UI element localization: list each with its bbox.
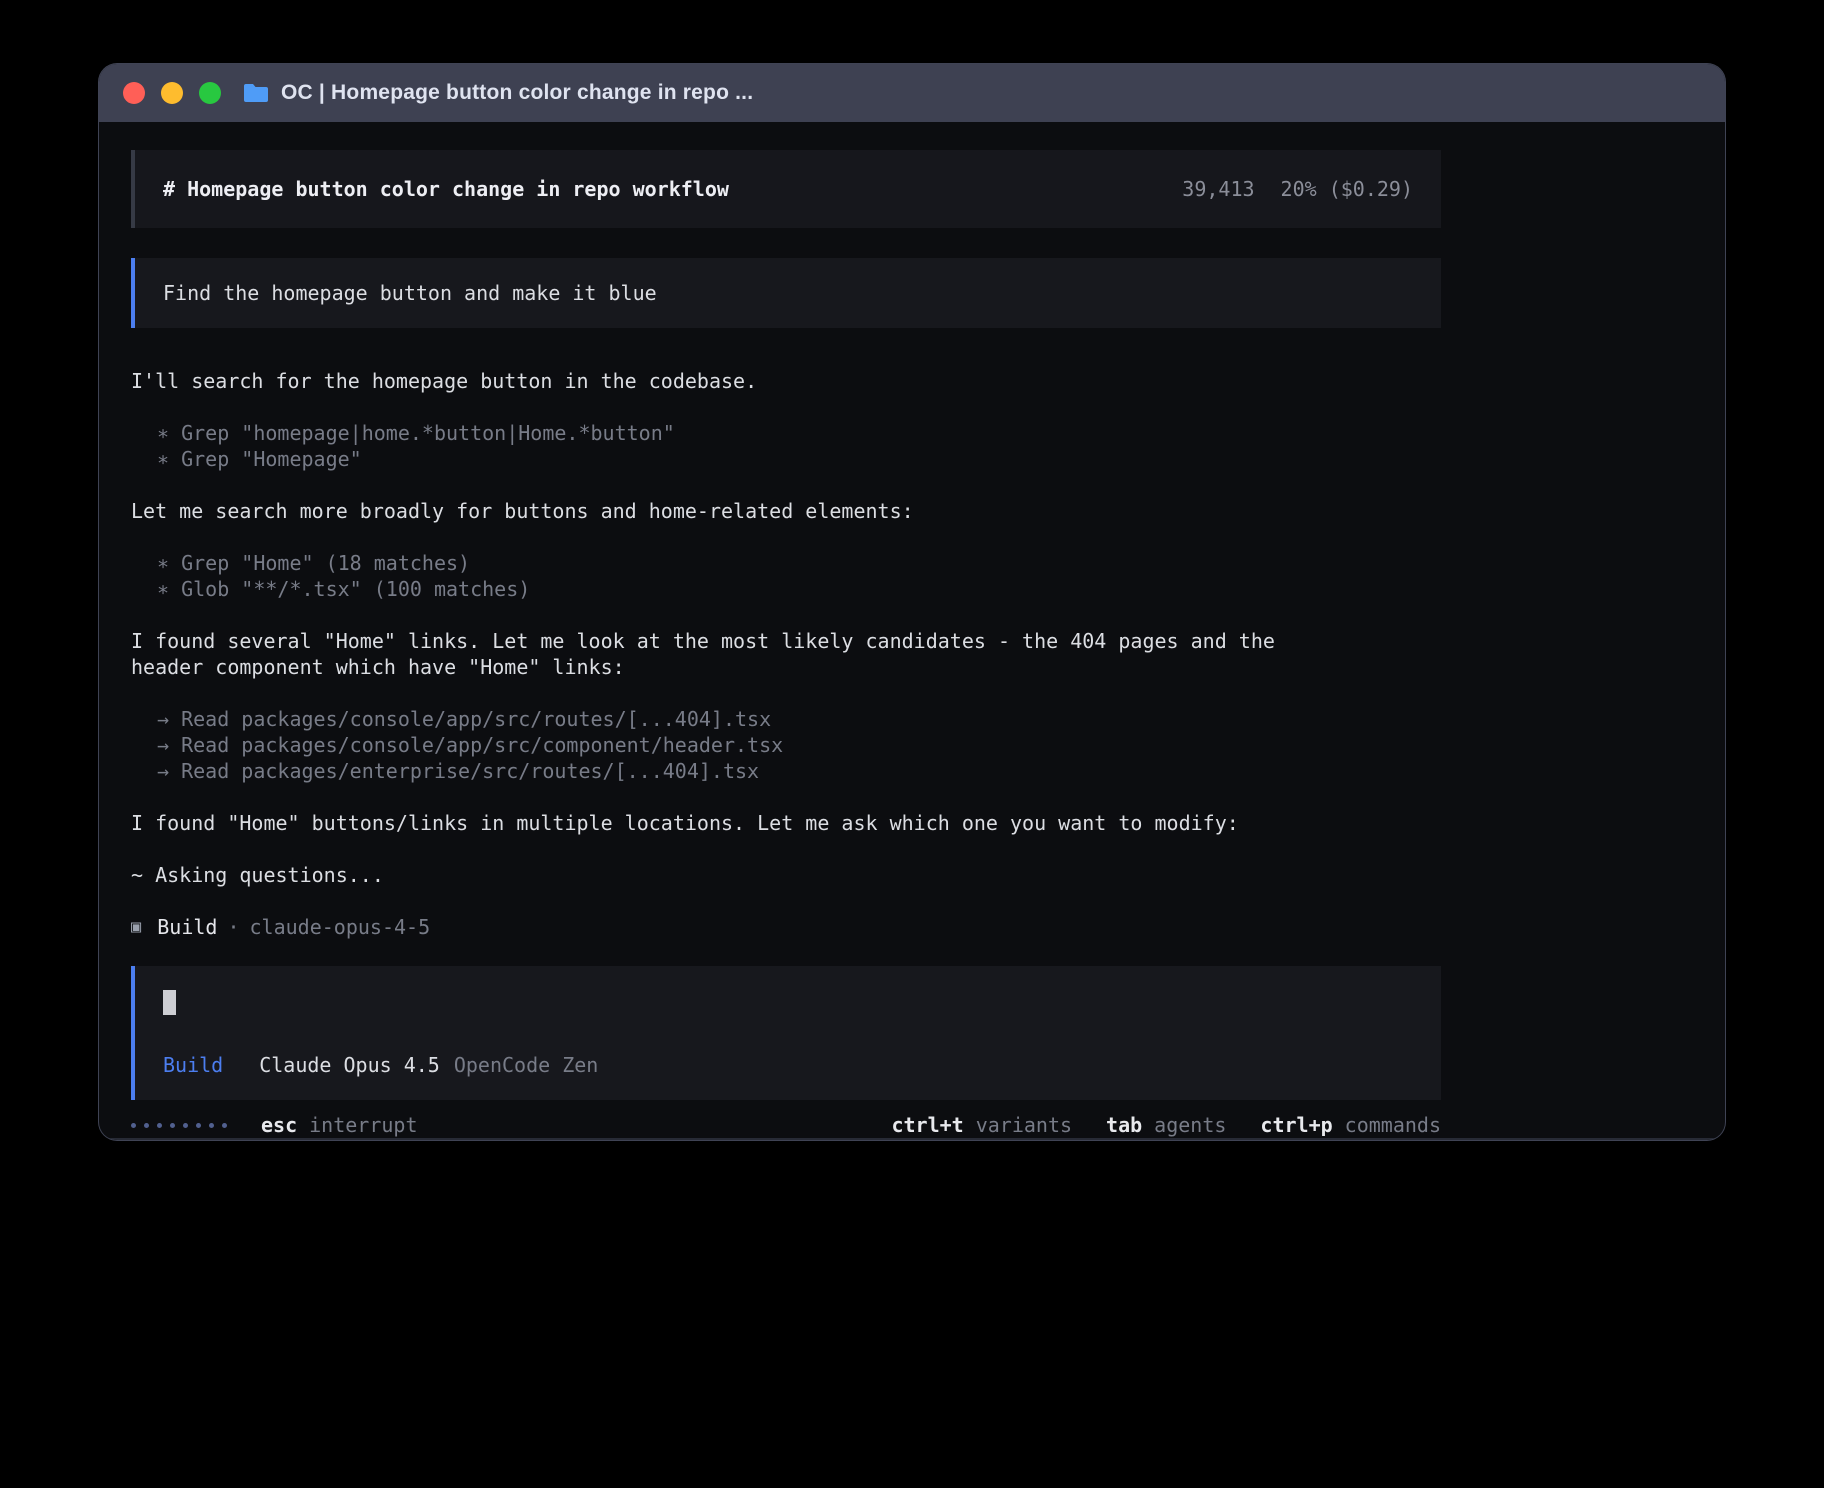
session-title: # Homepage button color change in repo w… bbox=[163, 176, 729, 202]
tool-asterisk-icon: ∗ bbox=[157, 447, 181, 471]
spinner-dot bbox=[222, 1123, 227, 1128]
ctrl-t-key: ctrl+t bbox=[891, 1112, 963, 1138]
user-message: Find the homepage button and make it blu… bbox=[131, 258, 1441, 328]
line-text: I found "Home" buttons/links in multiple… bbox=[131, 811, 1239, 835]
spinner-dot bbox=[131, 1123, 136, 1128]
session-stats: 39,413 20% ($0.29) bbox=[1182, 176, 1413, 202]
tool-call-line: ∗ Grep "Home" (18 matches) bbox=[131, 550, 1441, 576]
line-text: Read packages/console/app/src/component/… bbox=[181, 733, 783, 757]
tool-call-line: ∗ Grep "homepage|home.*button|Home.*butt… bbox=[131, 420, 1441, 446]
context-usage: 20% ($0.29) bbox=[1281, 176, 1413, 202]
line-text: Glob "**/*.tsx" (100 matches) bbox=[181, 577, 530, 601]
session-header: # Homepage button color change in repo w… bbox=[131, 150, 1441, 228]
tool-call-line: → Read packages/console/app/src/componen… bbox=[131, 732, 1441, 758]
input-model-label[interactable]: Claude Opus 4.5 bbox=[259, 1052, 440, 1078]
tool-call-line: → Read packages/enterprise/src/routes/[.… bbox=[131, 758, 1441, 784]
message-block: I found several "Home" links. Let me loo… bbox=[131, 628, 1441, 680]
message-block: ∗ Grep "Home" (18 matches)∗ Glob "**/*.t… bbox=[131, 550, 1441, 602]
window-title: OC | Homepage button color change in rep… bbox=[281, 81, 753, 105]
read-arrow-icon: → bbox=[157, 759, 181, 783]
interrupt-hint: esc interrupt bbox=[261, 1112, 418, 1138]
message-block: ~ Asking questions... bbox=[131, 862, 1441, 888]
message-block: I found "Home" buttons/links in multiple… bbox=[131, 810, 1441, 836]
agent-status-line: ▣ Build · claude-opus-4-5 bbox=[131, 914, 1441, 940]
spinner-dot bbox=[196, 1123, 201, 1128]
ctrl-p-key: ctrl+p bbox=[1260, 1112, 1332, 1138]
tab-key: tab bbox=[1106, 1112, 1142, 1138]
shortcut-variants: ctrl+t variants bbox=[891, 1112, 1072, 1138]
line-text: I'll search for the homepage button in t… bbox=[131, 369, 757, 393]
token-count: 39,413 bbox=[1182, 176, 1254, 202]
tool-asterisk-icon: ∗ bbox=[157, 551, 181, 575]
spinner-dot bbox=[144, 1123, 149, 1128]
window-controls bbox=[123, 82, 221, 104]
terminal-content: # Homepage button color change in repo w… bbox=[99, 122, 1725, 1138]
line-text: Grep "Homepage" bbox=[181, 447, 362, 471]
prompt-input[interactable]: Build Claude Opus 4.5 OpenCode Zen bbox=[131, 966, 1441, 1100]
line-text: Read packages/enterprise/src/routes/[...… bbox=[181, 759, 759, 783]
window-bottom-chrome bbox=[99, 1138, 1725, 1140]
read-arrow-icon: → bbox=[157, 707, 181, 731]
assistant-text-line: Let me search more broadly for buttons a… bbox=[131, 498, 1441, 524]
agent-name: Build bbox=[157, 914, 217, 940]
assistant-text-line: I found several "Home" links. Let me loo… bbox=[131, 628, 1441, 680]
shortcut-agents: tab agents bbox=[1106, 1112, 1226, 1138]
agent-badge-icon: ▣ bbox=[131, 914, 141, 940]
status-bar: esc interrupt ctrl+t variants tab agents… bbox=[131, 1112, 1441, 1138]
assistant-text-line: I found "Home" buttons/links in multiple… bbox=[131, 810, 1441, 836]
line-text: Let me search more broadly for buttons a… bbox=[131, 499, 914, 523]
commands-label: commands bbox=[1345, 1112, 1441, 1138]
message-block: I'll search for the homepage button in t… bbox=[131, 368, 1441, 394]
status-bar-left: esc interrupt bbox=[131, 1112, 418, 1138]
esc-key: esc bbox=[261, 1112, 297, 1138]
tool-call-line: → Read packages/console/app/src/routes/[… bbox=[131, 706, 1441, 732]
tool-asterisk-icon: ∗ bbox=[157, 577, 181, 601]
minimize-button[interactable] bbox=[161, 82, 183, 104]
window-titlebar[interactable]: OC | Homepage button color change in rep… bbox=[99, 64, 1725, 122]
agent-separator: · bbox=[227, 914, 239, 940]
tool-call-line: ∗ Grep "Homepage" bbox=[131, 446, 1441, 472]
message-block: ∗ Grep "homepage|home.*button|Home.*butt… bbox=[131, 420, 1441, 472]
spinner-dot bbox=[183, 1123, 188, 1128]
agent-model: claude-opus-4-5 bbox=[250, 914, 431, 940]
folder-icon bbox=[243, 82, 269, 104]
line-text: ~ Asking questions... bbox=[131, 863, 384, 887]
status-bar-right: ctrl+t variants tab agents ctrl+p comman… bbox=[891, 1112, 1441, 1138]
interrupt-label: interrupt bbox=[309, 1112, 417, 1138]
conversation: I'll search for the homepage button in t… bbox=[131, 368, 1441, 888]
assistant-text-line: ~ Asking questions... bbox=[131, 862, 1441, 888]
line-text: Grep "homepage|home.*button|Home.*button… bbox=[181, 421, 675, 445]
input-meta: Build Claude Opus 4.5 OpenCode Zen bbox=[163, 1052, 1413, 1078]
spinner bbox=[131, 1123, 227, 1128]
spinner-dot bbox=[170, 1123, 175, 1128]
shortcut-commands: ctrl+p commands bbox=[1260, 1112, 1441, 1138]
tool-asterisk-icon: ∗ bbox=[157, 421, 181, 445]
message-block: Let me search more broadly for buttons a… bbox=[131, 498, 1441, 524]
line-text: I found several "Home" links. Let me loo… bbox=[131, 629, 1275, 679]
zoom-button[interactable] bbox=[199, 82, 221, 104]
spinner-dot bbox=[157, 1123, 162, 1128]
assistant-text-line: I'll search for the homepage button in t… bbox=[131, 368, 1441, 394]
terminal-window: OC | Homepage button color change in rep… bbox=[99, 64, 1725, 1140]
input-mode-label[interactable]: Build bbox=[163, 1052, 223, 1078]
input-provider-label: OpenCode Zen bbox=[454, 1052, 599, 1078]
line-text: Read packages/console/app/src/routes/[..… bbox=[181, 707, 771, 731]
tool-call-line: ∗ Glob "**/*.tsx" (100 matches) bbox=[131, 576, 1441, 602]
text-cursor bbox=[163, 990, 176, 1015]
agents-label: agents bbox=[1154, 1112, 1226, 1138]
read-arrow-icon: → bbox=[157, 733, 181, 757]
message-block: → Read packages/console/app/src/routes/[… bbox=[131, 706, 1441, 784]
close-button[interactable] bbox=[123, 82, 145, 104]
line-text: Grep "Home" (18 matches) bbox=[181, 551, 470, 575]
spinner-dot bbox=[209, 1123, 214, 1128]
user-message-text: Find the homepage button and make it blu… bbox=[163, 281, 657, 305]
variants-label: variants bbox=[976, 1112, 1072, 1138]
